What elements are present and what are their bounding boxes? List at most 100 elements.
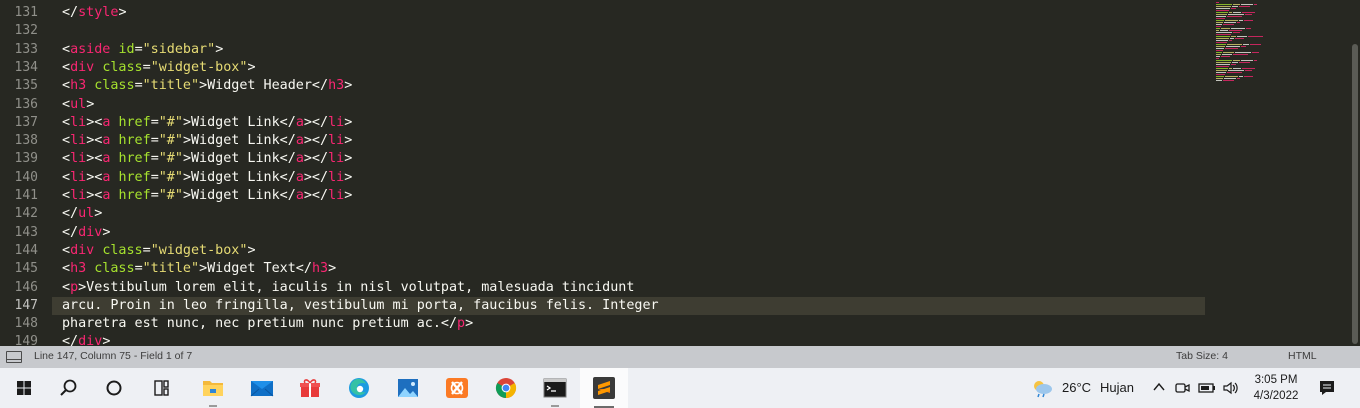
code-line[interactable]: arcu. Proin in leo fringilla, vestibulum…	[62, 297, 659, 315]
minimap-line	[1225, 20, 1238, 21]
code-token: <	[62, 60, 71, 75]
vertical-scrollbar[interactable]	[1350, 0, 1360, 346]
minimap-line	[1216, 8, 1230, 9]
taskbar: 26°C Hujan 3:05 PM 4/3/2022	[0, 368, 1360, 408]
line-number: 146	[14, 280, 38, 295]
code-line[interactable]: <li><a href="#">Widget Link</a></li>	[62, 132, 352, 150]
code-token: ></	[303, 151, 329, 166]
minimap-line	[1216, 52, 1222, 53]
minimap-line	[1216, 60, 1232, 61]
minimap-line	[1216, 44, 1226, 45]
battery-icon[interactable]	[1198, 380, 1216, 396]
code-token: >Widget Link</	[182, 133, 296, 148]
scrollbar-thumb[interactable]	[1352, 44, 1358, 344]
photos-button[interactable]	[384, 368, 432, 408]
code-token: <	[62, 133, 71, 148]
minimap-line	[1232, 6, 1238, 7]
code-line[interactable]: <li><a href="#">Widget Link</a></li>	[62, 169, 352, 187]
minimap-line	[1216, 22, 1223, 23]
code-line[interactable]: <li><a href="#">Widget Link</a></li>	[62, 187, 352, 205]
code-token: class	[102, 243, 143, 258]
line-number: 133	[14, 42, 38, 57]
minimap-line	[1233, 12, 1241, 13]
weather-temperature[interactable]: 26°C	[1062, 368, 1091, 408]
code-token: ></	[303, 115, 329, 130]
code-line[interactable]: <aside id="sidebar">	[62, 41, 223, 59]
code-line[interactable]: <div class="widget-box">	[62, 59, 256, 77]
code-token: class	[102, 60, 143, 75]
notification-center-icon[interactable]	[1318, 379, 1336, 397]
minimap-line	[1216, 50, 1223, 51]
sublime-icon	[593, 377, 615, 399]
minimap[interactable]	[1212, 0, 1348, 346]
code-token: >	[344, 188, 353, 203]
cortana-circle-icon	[106, 380, 122, 396]
minimap-line	[1239, 6, 1250, 7]
file-explorer-button[interactable]	[189, 368, 237, 408]
minimap-line	[1245, 70, 1252, 71]
mail-button[interactable]	[238, 368, 286, 408]
code-line[interactable]: </style>	[62, 4, 127, 22]
code-token: "widget-box"	[150, 60, 248, 75]
line-number: 131	[14, 5, 38, 20]
code-token: >	[344, 151, 353, 166]
syntax-selector[interactable]: HTML	[1288, 350, 1317, 362]
system-clock[interactable]: 3:05 PM 4/3/2022	[1240, 372, 1312, 404]
line-number: 141	[14, 188, 38, 203]
code-editor[interactable]: 131 132 133 134 135 136 137 138 139 140 141 142 143 1…	[0, 0, 1360, 346]
weather-rain-icon[interactable]	[1030, 378, 1054, 398]
code-line[interactable]: <div class="widget-box">	[62, 242, 256, 260]
code-token: >	[102, 225, 111, 240]
code-line[interactable]: </div>	[62, 224, 110, 242]
minimap-line	[1246, 28, 1251, 29]
code-line[interactable]: pharetra est nunc, nec pretium nunc pret…	[62, 315, 473, 333]
code-line[interactable]: <ul>	[62, 96, 94, 114]
minimap-line	[1237, 36, 1247, 37]
code-token: div	[70, 60, 95, 75]
panel-toggle-icon[interactable]	[6, 351, 22, 363]
line-number: 140	[14, 170, 38, 185]
minimap-line	[1216, 28, 1220, 29]
minimap-line	[1242, 12, 1255, 13]
minimap-line	[1216, 66, 1229, 67]
code-area[interactable]: </style> <aside id="sidebar"> <div class="…	[62, 0, 1202, 346]
code-token: "#"	[158, 133, 183, 148]
tab-size-selector[interactable]: Tab Size: 4	[1176, 350, 1228, 362]
chrome-button[interactable]	[482, 368, 530, 408]
code-token: >Widget Link</	[182, 151, 296, 166]
xampp-button[interactable]	[433, 368, 481, 408]
edge-button[interactable]	[335, 368, 383, 408]
minimap-line	[1241, 46, 1246, 47]
code-line[interactable]: </ul>	[62, 205, 102, 223]
cortana-button[interactable]	[90, 368, 138, 408]
code-line[interactable]: <p>Vestibulum lorem elit, iaculis in nis…	[62, 279, 634, 297]
code-token: </	[62, 5, 79, 20]
code-token: h3	[328, 78, 345, 93]
code-line[interactable]: <h3 class="title">Widget Text</h3>	[62, 260, 336, 278]
minimap-line	[1216, 74, 1225, 75]
minimap-line	[1244, 76, 1253, 77]
code-token: ul	[70, 97, 87, 112]
line-number: 134	[14, 60, 38, 75]
code-token: >Widget Link</	[182, 188, 296, 203]
sublime-button[interactable]	[580, 368, 628, 408]
meet-now-icon[interactable]	[1174, 380, 1190, 396]
line-number: 145	[14, 261, 38, 276]
gift-app-button[interactable]	[286, 368, 334, 408]
minimap-line	[1216, 2, 1219, 3]
minimap-line	[1216, 76, 1224, 77]
start-button[interactable]	[0, 368, 48, 408]
terminal-button[interactable]	[531, 368, 579, 408]
task-view-button[interactable]	[137, 368, 185, 408]
code-line[interactable]: <li><a href="#">Widget Link</a></li>	[62, 114, 352, 132]
weather-condition[interactable]: Hujan	[1100, 368, 1134, 408]
code-line[interactable]: <h3 class="title">Widget Header</h3>	[62, 77, 352, 95]
volume-icon[interactable]	[1222, 380, 1240, 396]
search-button[interactable]	[44, 368, 92, 408]
chevron-up-icon[interactable]	[1152, 380, 1166, 394]
code-token: href	[118, 188, 151, 203]
minimap-line	[1216, 56, 1220, 57]
code-line[interactable]: <li><a href="#">Widget Link</a></li>	[62, 150, 352, 168]
code-line[interactable]: </div>	[62, 333, 110, 346]
code-token: ><	[86, 115, 103, 130]
